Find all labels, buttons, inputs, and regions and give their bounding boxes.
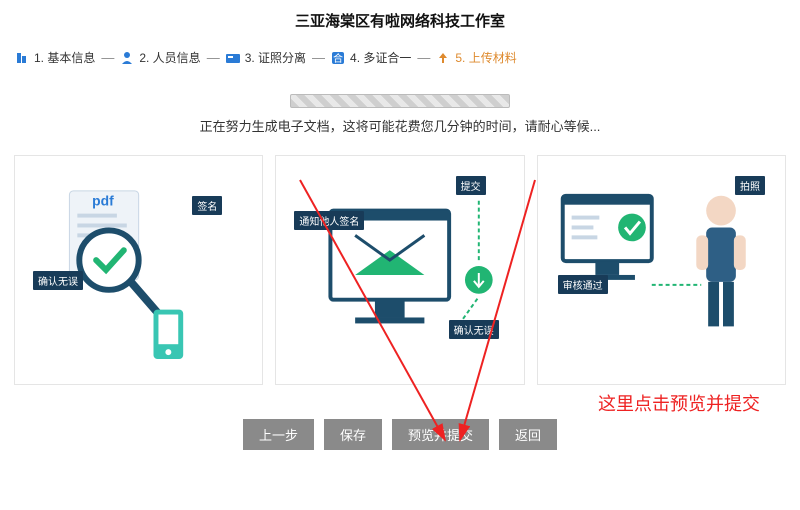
- loading-text: 正在努力生成电子文档，这将可能花费您几分钟的时间，请耐心等候...: [0, 116, 800, 135]
- step-separator: —: [207, 50, 219, 65]
- preview-submit-button[interactable]: 预览并提交: [392, 419, 489, 450]
- step-4[interactable]: 合 4. 多证合一: [330, 49, 411, 66]
- step-3[interactable]: 3. 证照分离: [225, 49, 306, 66]
- person-icon: [119, 50, 135, 66]
- tag-pass: 审核通过: [558, 275, 608, 294]
- step-separator: —: [417, 50, 429, 65]
- step-separator: —: [101, 50, 113, 65]
- progress-bar: [290, 94, 510, 108]
- step-2[interactable]: 2. 人员信息: [119, 49, 200, 66]
- illustration-cards: pdf 签名 确认无误 提交 通知他人签名 确认无误: [14, 155, 786, 385]
- card-step-1: pdf 签名 确认无误: [14, 155, 263, 385]
- tag-shoot: 拍照: [735, 176, 765, 195]
- step-bar: 1. 基本信息 — 2. 人员信息 — 3. 证照分离 — 合 4. 多证合一 …: [0, 49, 800, 76]
- step-label: 4. 多证合一: [350, 49, 411, 66]
- back-button[interactable]: 返回: [499, 419, 557, 450]
- upload-icon: [435, 50, 451, 66]
- page-title: 三亚海棠区有啦网络科技工作室: [0, 0, 800, 49]
- merge-icon: 合: [330, 50, 346, 66]
- tag-confirm: 确认无误: [33, 271, 83, 290]
- annotation-text: 这里点击预览并提交: [598, 390, 760, 416]
- svg-text:合: 合: [333, 52, 343, 65]
- action-buttons: 上一步 保存 预览并提交 返回: [0, 419, 800, 450]
- building-icon: [14, 50, 30, 66]
- step-1[interactable]: 1. 基本信息: [14, 49, 95, 66]
- step-label: 1. 基本信息: [34, 49, 95, 66]
- step-5-active[interactable]: 5. 上传材料: [435, 49, 516, 66]
- id-card-icon: [225, 50, 241, 66]
- step-label: 5. 上传材料: [455, 49, 516, 66]
- step-label: 2. 人员信息: [139, 49, 200, 66]
- tag-notify: 通知他人签名: [294, 211, 364, 230]
- tag-confirm: 确认无误: [449, 320, 499, 339]
- step-label: 3. 证照分离: [245, 49, 306, 66]
- save-button[interactable]: 保存: [324, 419, 382, 450]
- card-step-2: 提交 通知他人签名 确认无误: [275, 155, 524, 385]
- prev-button[interactable]: 上一步: [243, 419, 314, 450]
- step-separator: —: [312, 50, 324, 65]
- card-step-3: 拍照 审核通过: [537, 155, 786, 385]
- tag-submit: 提交: [456, 176, 486, 195]
- tag-sign: 签名: [192, 196, 222, 215]
- pdf-label: pdf: [92, 193, 114, 209]
